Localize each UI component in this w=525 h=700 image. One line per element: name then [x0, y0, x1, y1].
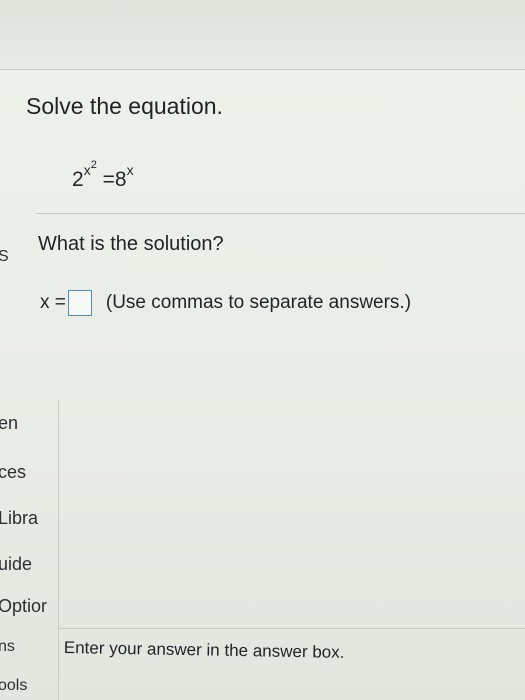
answer-row: x = (Use commas to separate answers.) — [40, 288, 411, 318]
equation-base-right: 8 — [114, 168, 127, 191]
sidebar-item-2[interactable]: ces — [0, 462, 26, 483]
top-background — [0, 0, 525, 70]
question-panel — [0, 70, 525, 700]
sidebar-item-7[interactable]: ools — [0, 677, 27, 695]
question-prompt: What is the solution? — [38, 233, 224, 255]
sidebar-item-3[interactable]: Libra — [0, 508, 38, 529]
sidebar-item-1[interactable]: en — [0, 413, 18, 434]
equation-equals: = — [102, 168, 115, 191]
equation: 2x2 =8x — [72, 159, 134, 192]
equation-exponent-left: x — [83, 162, 91, 178]
answer-label: x = — [40, 292, 66, 313]
status-divider — [58, 628, 525, 629]
equation-exponent-right: x — [126, 162, 134, 178]
answer-hint: (Use commas to separate answers.) — [105, 292, 412, 313]
sidebar-item-6[interactable]: ns — [0, 638, 15, 656]
question-title: Solve the equation. — [26, 93, 223, 119]
sidebar-divider — [58, 400, 59, 700]
sidebar-item-0[interactable]: S — [0, 248, 9, 266]
equation-exponent-power: 2 — [90, 159, 97, 171]
answer-input[interactable] — [67, 290, 92, 316]
equation-base-left: 2 — [72, 168, 84, 191]
question-divider — [36, 213, 525, 214]
sidebar-item-4[interactable]: uide — [0, 554, 32, 575]
sidebar-item-5[interactable]: Optior — [0, 596, 47, 617]
